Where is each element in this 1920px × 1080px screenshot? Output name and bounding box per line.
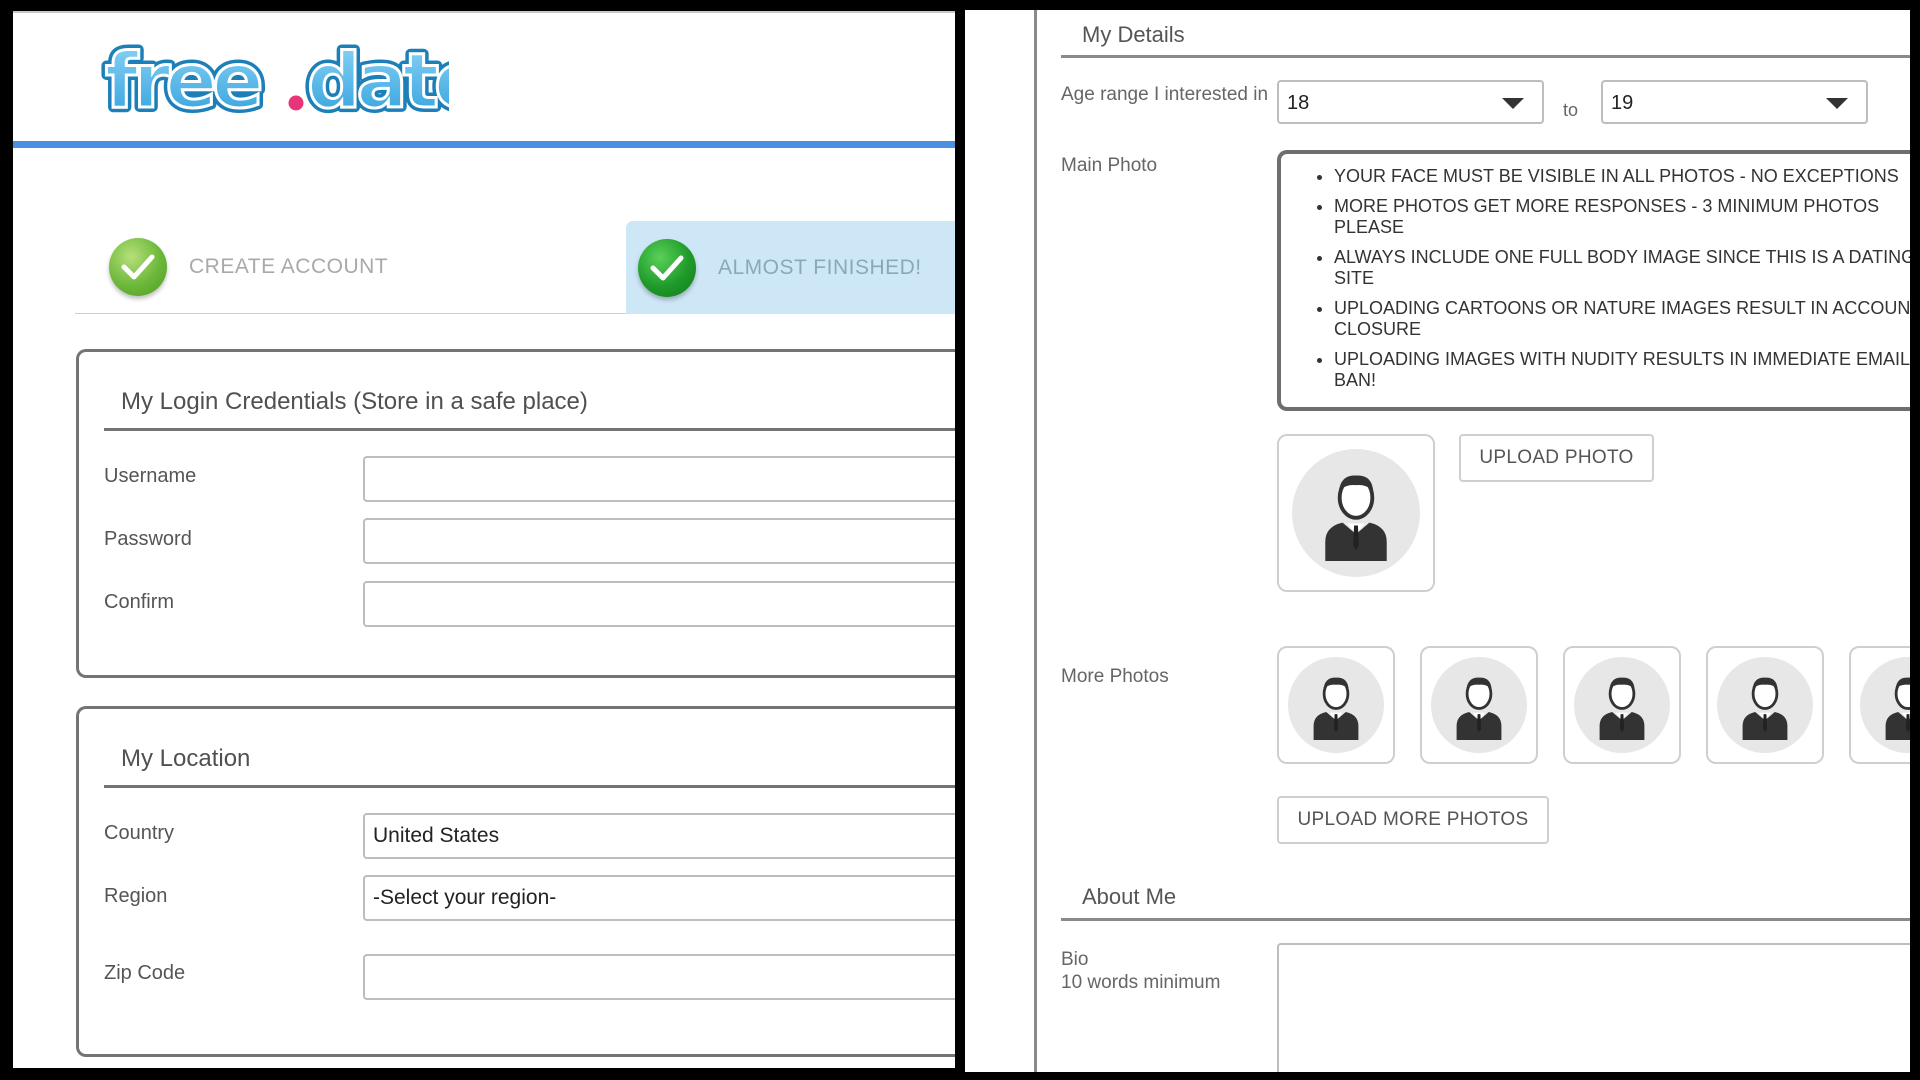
my-details-heading: My Details [1082,22,1185,47]
more-photo-slot[interactable] [1849,646,1910,764]
dropdown-arrow-icon [1502,98,1524,109]
username-input[interactable] [363,456,955,502]
person-avatar-icon [1885,677,1910,740]
age-from-value: 18 [1287,92,1310,114]
photo-rule: UPLOADING IMAGES WITH NUDITY RESULTS IN … [1334,349,1910,391]
person-avatar-icon [1313,677,1359,740]
location-section: My Location Country United States Region… [76,706,955,1057]
person-avatar-icon [1456,677,1502,740]
section-underline [1061,55,1910,58]
age-to-select[interactable]: 19 [1601,80,1868,124]
username-label: Username [104,465,197,487]
age-to-value: 19 [1611,92,1634,114]
checkmark-icon [109,238,167,296]
zip-code-label: Zip Code [104,962,186,984]
step-label: ALMOST FINISHED! [718,255,922,279]
bio-hint: 10 words minimum [1061,972,1221,993]
header-accent-bar [13,141,955,148]
svg-text:date: date [307,36,449,125]
photo-rule: ALWAYS INCLUDE ONE FULL BODY IMAGE SINCE… [1334,247,1910,289]
top-divider [13,11,955,13]
avatar [1574,657,1670,753]
step-label: CREATE ACCOUNT [189,255,389,278]
age-range-label: Age range I interested in [1061,84,1269,105]
section-underline [1061,918,1910,921]
photo-rule: UPLOADING CARTOONS OR NATURE IMAGES RESU… [1334,298,1910,340]
person-avatar-icon [1599,677,1645,740]
age-from-select[interactable]: 18 [1277,80,1544,124]
left-pane: free free date date CREATE ACCOUNT ALMOS… [13,11,955,1068]
upload-photo-button[interactable]: UPLOAD PHOTO [1459,434,1654,482]
photo-rule: YOUR FACE MUST BE VISIBLE IN ALL PHOTOS … [1334,166,1910,187]
country-label: Country [104,822,175,844]
photo-rule: MORE PHOTOS GET MORE RESPONSES - 3 MINIM… [1334,196,1910,238]
avatar [1717,657,1813,753]
more-photos-label: More Photos [1061,666,1169,687]
main-photo-placeholder[interactable] [1277,434,1435,592]
about-me-heading: About Me [1082,884,1177,909]
person-avatar-icon [1325,475,1387,561]
upload-more-photos-button[interactable]: UPLOAD MORE PHOTOS [1277,796,1549,844]
more-photo-slot[interactable] [1277,646,1395,764]
avatar [1288,657,1384,753]
more-photo-slot[interactable] [1563,646,1681,764]
section-underline [104,785,955,788]
bio-label: Bio [1061,949,1089,970]
country-select[interactable]: United States [363,813,955,859]
confirm-label: Confirm [104,591,175,613]
password-input[interactable] [363,518,955,564]
zip-code-input[interactable] [363,954,955,1000]
bio-textarea[interactable] [1277,943,1910,1072]
step-almost-finished: ALMOST FINISHED! [626,221,955,314]
more-photo-slot[interactable] [1420,646,1538,764]
step-create-account: CREATE ACCOUNT [75,221,627,314]
avatar [1860,657,1910,753]
avatar [1292,449,1420,577]
person-avatar-icon [1742,677,1788,740]
avatar [1431,657,1527,753]
password-label: Password [104,528,192,550]
more-photo-slot[interactable] [1706,646,1824,764]
content-left-border [1034,10,1037,1072]
age-to-label: to [1563,100,1579,120]
login-credentials-section: My Login Credentials (Store in a safe pl… [76,349,955,678]
dropdown-arrow-icon [1826,98,1848,109]
section-title: My Login Credentials (Store in a safe pl… [121,388,588,415]
logo: free free date date [100,31,449,130]
photo-rules-list: YOUR FACE MUST BE VISIBLE IN ALL PHOTOS … [1304,166,1910,391]
region-label: Region [104,885,168,907]
checkmark-icon [638,238,696,297]
photo-rules-box: YOUR FACE MUST BE VISIBLE IN ALL PHOTOS … [1277,150,1910,411]
section-underline [104,428,955,431]
section-title: My Location [121,745,251,772]
region-select[interactable]: -Select your region- [363,875,955,921]
right-pane: My Details Age range I interested in 18 … [965,10,1910,1072]
confirm-password-input[interactable] [363,581,955,627]
svg-text:free: free [105,36,260,125]
panel-divider [955,0,965,1080]
main-photo-label: Main Photo [1061,155,1158,176]
